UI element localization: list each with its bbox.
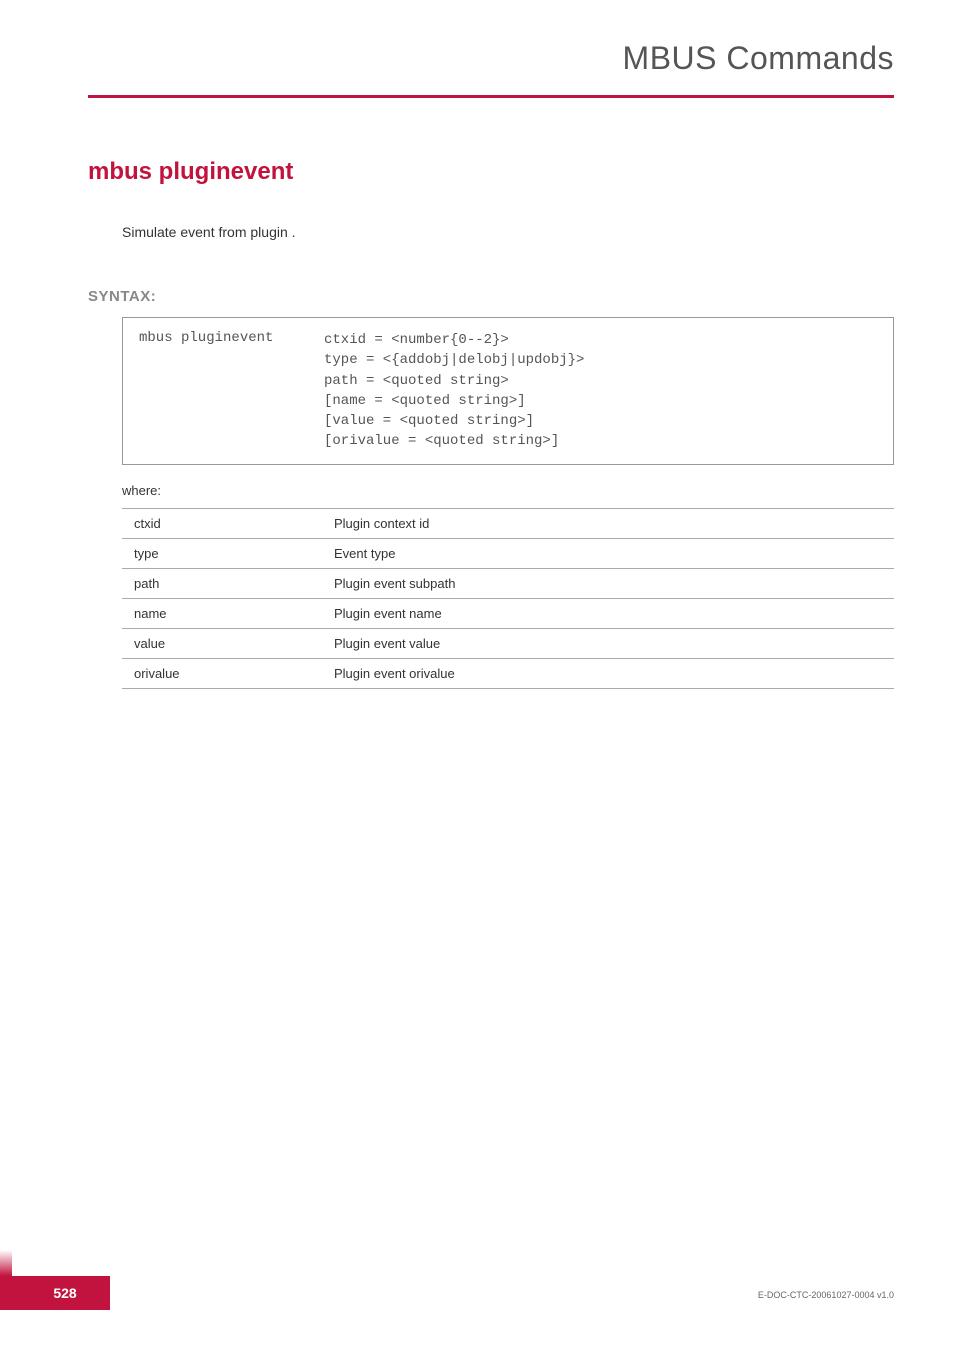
- syntax-box: mbus pluginevent ctxid = <number{0--2}> …: [122, 317, 894, 465]
- document-code: E-DOC-CTC-20061027-0004 v1.0: [758, 1290, 894, 1300]
- param-desc: Plugin context id: [322, 508, 894, 538]
- table-row: ctxidPlugin context id: [122, 508, 894, 538]
- param-desc: Plugin event orivalue: [322, 658, 894, 688]
- table-row: orivaluePlugin event orivalue: [122, 658, 894, 688]
- param-name: orivalue: [122, 658, 322, 688]
- param-name: path: [122, 568, 322, 598]
- syntax-command: mbus pluginevent: [139, 330, 324, 452]
- param-desc: Plugin event name: [322, 598, 894, 628]
- param-desc: Plugin event subpath: [322, 568, 894, 598]
- table-row: namePlugin event name: [122, 598, 894, 628]
- param-desc: Event type: [322, 538, 894, 568]
- syntax-label: SYNTAX:: [88, 288, 894, 305]
- command-title: mbus pluginevent: [88, 158, 894, 186]
- table-row: pathPlugin event subpath: [122, 568, 894, 598]
- where-table: ctxidPlugin context idtypeEvent typepath…: [122, 508, 894, 689]
- page-number: 528: [53, 1285, 76, 1301]
- page-number-tab: 528: [0, 1276, 110, 1310]
- table-row: valuePlugin event value: [122, 628, 894, 658]
- command-description: Simulate event from plugin .: [122, 224, 894, 240]
- param-name: name: [122, 598, 322, 628]
- where-label: where:: [122, 483, 894, 498]
- table-row: typeEvent type: [122, 538, 894, 568]
- param-name: ctxid: [122, 508, 322, 538]
- header-rule: [88, 95, 894, 98]
- param-name: value: [122, 628, 322, 658]
- param-desc: Plugin event value: [322, 628, 894, 658]
- param-name: type: [122, 538, 322, 568]
- page-header-title: MBUS Commands: [88, 40, 894, 95]
- syntax-args: ctxid = <number{0--2}> type = <{addobj|d…: [324, 330, 584, 452]
